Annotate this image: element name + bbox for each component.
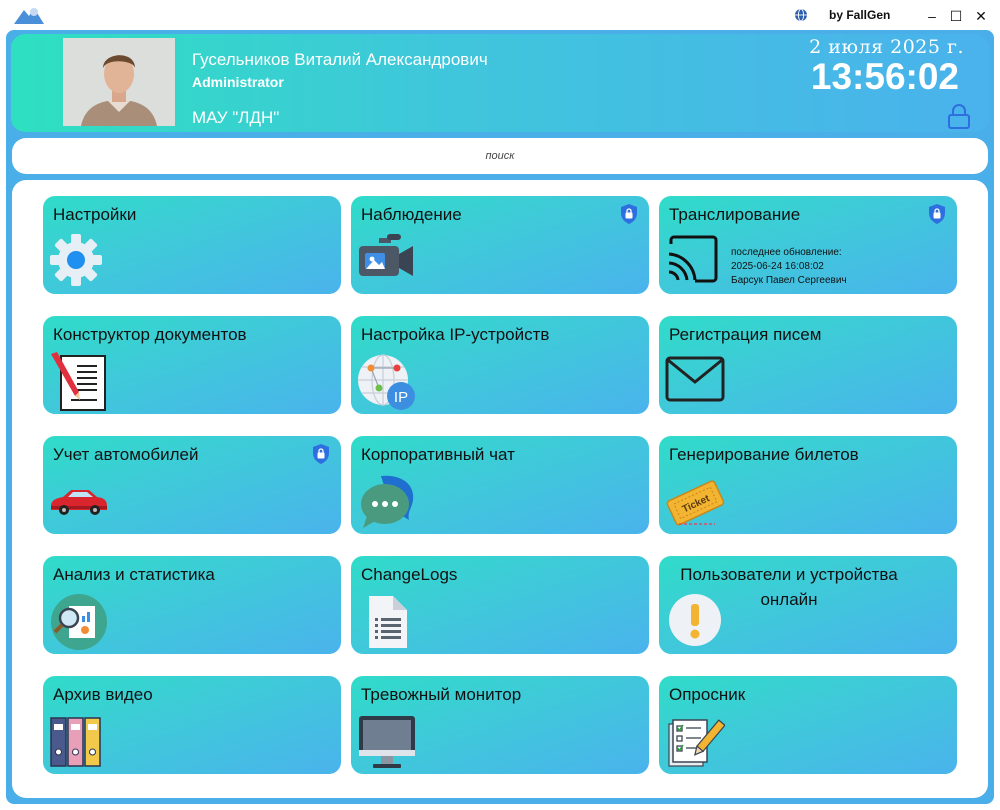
organization-name: МАУ "ЛДН" xyxy=(192,108,280,127)
title-bar: by FallGen – ☐ ✕ xyxy=(0,0,1000,30)
current-time: 13:56:02 xyxy=(810,56,959,97)
tile-broadcast[interactable]: Транслирование последнее обновление: 202… xyxy=(659,196,957,294)
video-camera-icon xyxy=(357,232,417,292)
app-logo-icon xyxy=(12,4,46,31)
tile-title: Генерирование билетов xyxy=(669,445,859,464)
document-pen-icon xyxy=(49,352,109,412)
alert-icon xyxy=(665,592,725,652)
shield-lock-icon xyxy=(927,203,947,230)
tile-title: Корпоративный чат xyxy=(361,445,515,464)
tile-title: Конструктор документов xyxy=(53,325,247,344)
tile-changelogs[interactable]: ChangeLogs xyxy=(351,556,649,654)
file-list-icon xyxy=(357,592,417,652)
binders-icon xyxy=(49,712,109,772)
tile-questionnaire[interactable]: Опросник xyxy=(659,676,957,774)
tile-title: Архив видео xyxy=(53,685,153,704)
user-role: Administrator xyxy=(192,74,284,90)
tile-document-builder[interactable]: Конструктор документов xyxy=(43,316,341,414)
cast-icon xyxy=(665,232,725,292)
tile-surveillance[interactable]: Наблюдение xyxy=(351,196,649,294)
broadcast-info: последнее обновление: 2025-06-24 16:08:0… xyxy=(731,246,847,288)
tile-title: Анализ и статистика xyxy=(53,565,215,584)
tile-title: Регистрация писем xyxy=(669,325,822,344)
tile-title: ChangeLogs xyxy=(361,565,458,584)
broadcast-info-user: Барсук Павел Сергеевич xyxy=(731,275,847,286)
tile-ticket-generation[interactable]: Генерирование билетов Ticket xyxy=(659,436,957,534)
shield-lock-icon xyxy=(311,443,331,470)
broadcast-info-label: последнее обновление: xyxy=(731,247,842,258)
envelope-icon xyxy=(665,352,725,412)
search-bar xyxy=(12,138,988,174)
chat-bubbles-icon xyxy=(357,472,417,532)
tile-mail-registration[interactable]: Регистрация писем xyxy=(659,316,957,414)
tiles-panel: Настройки Наблюдение Транслирование посл… xyxy=(12,180,988,798)
tile-title: Наблюдение xyxy=(361,205,462,224)
lock-icon[interactable] xyxy=(947,104,971,135)
search-input[interactable] xyxy=(298,149,702,163)
tile-title: Настройка IP-устройств xyxy=(361,325,550,344)
tile-title: Настройки xyxy=(53,205,137,224)
tile-analytics[interactable]: Анализ и статистика xyxy=(43,556,341,654)
byline-label: by FallGen xyxy=(829,8,891,22)
tile-alarm-monitor[interactable]: Тревожный монитор xyxy=(351,676,649,774)
close-button[interactable]: ✕ xyxy=(967,5,995,27)
user-name: Гусельников Виталий Александрович xyxy=(192,50,488,69)
tile-title: Учет автомобилей xyxy=(53,445,199,464)
tile-title-line1: Пользователи и устройства xyxy=(680,565,898,584)
shield-lock-icon xyxy=(619,203,639,230)
tile-title: Транслирование xyxy=(669,205,801,224)
svg-text:IP: IP xyxy=(394,389,408,406)
tile-video-archive[interactable]: Архив видео xyxy=(43,676,341,774)
ip-network-icon: IP xyxy=(357,352,417,412)
user-header: Гусельников Виталий Александрович Admini… xyxy=(11,34,989,132)
maximize-button[interactable]: ☐ xyxy=(942,5,970,27)
survey-icon xyxy=(665,712,726,772)
analytics-icon xyxy=(49,592,109,652)
current-date: 2 июля 2025 г. xyxy=(809,36,964,58)
tile-ip-devices[interactable]: Настройка IP-устройств IP xyxy=(351,316,649,414)
tile-settings[interactable]: Настройки xyxy=(43,196,341,294)
monitor-icon xyxy=(357,712,417,772)
car-icon xyxy=(49,472,109,532)
ticket-icon: Ticket xyxy=(665,472,725,532)
broadcast-info-date: 2025-06-24 16:08:02 xyxy=(731,261,824,272)
tile-title: Тревожный монитор xyxy=(361,685,522,704)
globe-icon[interactable] xyxy=(794,8,808,27)
tile-online-users-devices[interactable]: Пользователи и устройства онлайн xyxy=(659,556,957,654)
gear-icon xyxy=(49,232,109,292)
user-photo xyxy=(63,38,175,126)
tile-vehicle-registry[interactable]: Учет автомобилей xyxy=(43,436,341,534)
tile-corporate-chat[interactable]: Корпоративный чат xyxy=(351,436,649,534)
tile-title: Опросник xyxy=(669,685,746,704)
